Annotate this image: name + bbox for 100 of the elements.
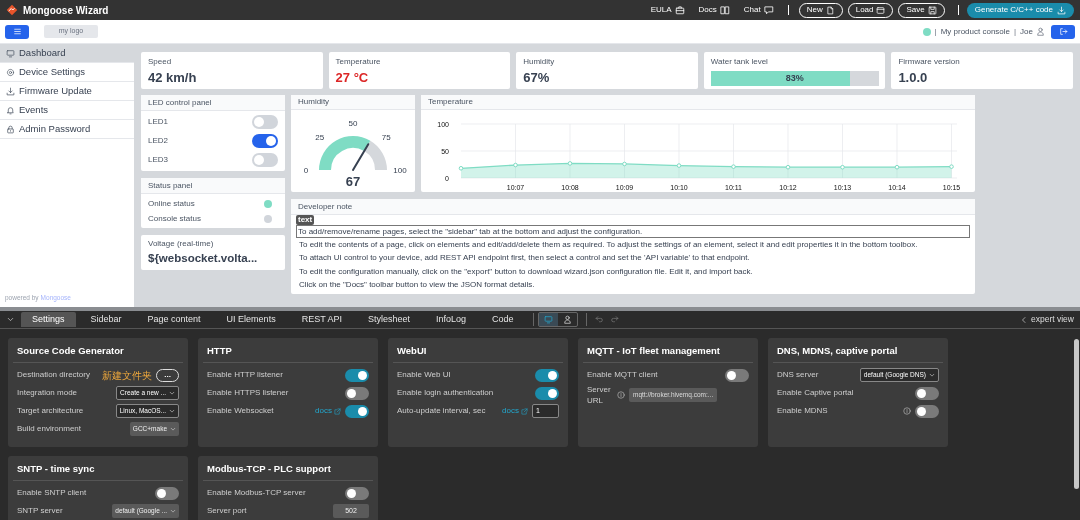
voltage-value: ${websocket.volta... xyxy=(148,251,259,266)
logo-icon xyxy=(6,4,18,16)
progress-value: 83% xyxy=(784,71,805,85)
card-title: SNTP - time sync xyxy=(13,462,183,482)
stat-value: 67% xyxy=(523,69,551,87)
gauge-track xyxy=(364,140,387,170)
caret-icon xyxy=(169,390,175,397)
note-line[interactable]: Click on the "Docs" toolbar button to view the JSON format details. xyxy=(296,278,970,292)
download-icon xyxy=(1057,5,1066,15)
toolbox-tab[interactable]: Stylesheet xyxy=(357,312,422,327)
setting-label: Destination directory xyxy=(17,369,91,382)
file-icon xyxy=(825,5,835,15)
toggle-switch[interactable] xyxy=(252,115,278,129)
panel-title: Humidity xyxy=(291,95,415,110)
toggle-switch[interactable] xyxy=(345,386,369,400)
setting-label: Enable MDNS xyxy=(777,405,829,418)
lock-icon xyxy=(6,124,15,134)
card-title: WebUI xyxy=(393,344,563,364)
user-icon xyxy=(562,315,572,324)
chevron-left-icon xyxy=(1020,315,1028,324)
setting-label: Build environment xyxy=(17,423,83,436)
toolbox-tab[interactable]: InfoLog xyxy=(425,312,478,327)
card-title: Modbus-TCP - PLC support xyxy=(203,462,373,482)
toggle-switch[interactable] xyxy=(252,134,278,148)
monitor-icon xyxy=(6,48,15,58)
console-title: My product console xyxy=(940,25,1010,38)
app-title: Mongoose Wizard xyxy=(23,3,109,18)
book-icon xyxy=(719,5,730,15)
caret-icon xyxy=(929,372,935,379)
user-icon xyxy=(1036,27,1045,36)
toolbox-tab[interactable]: Sidebar xyxy=(79,312,133,327)
stat-label: Temperature xyxy=(335,56,382,68)
separator: | xyxy=(1014,25,1017,38)
led-label: LED1 xyxy=(148,116,168,128)
toggle-switch[interactable] xyxy=(345,404,369,418)
toggle-switch[interactable] xyxy=(345,486,369,500)
toggle-switch[interactable] xyxy=(535,368,559,382)
view-toggle[interactable] xyxy=(538,313,558,326)
toggle-switch[interactable] xyxy=(535,386,559,400)
setting-label: Integration mode xyxy=(17,387,79,400)
note-line[interactable]: To attach UI control to your device, add REST API endpoint first, then select a control and set the 'API variable' to that endpoint. xyxy=(296,251,970,265)
directory-name: 新建文件夹 xyxy=(102,368,153,383)
sidebar-item[interactable]: Dashboard xyxy=(0,44,134,63)
toggle-switch[interactable] xyxy=(345,368,369,382)
gauge-tick-label: 75 xyxy=(381,132,391,142)
setting-label: Enable HTTP listener xyxy=(207,369,284,382)
expert-view-button[interactable]: expert view xyxy=(1020,313,1074,326)
briefcase-icon xyxy=(674,5,685,15)
save-icon xyxy=(927,5,937,15)
chart-point xyxy=(513,162,518,168)
toolbar-link[interactable]: EULA xyxy=(650,4,685,16)
logout-button[interactable] xyxy=(1051,24,1075,39)
bell-icon xyxy=(6,105,15,115)
chart-point xyxy=(785,164,791,170)
folder-icon xyxy=(876,5,886,15)
toolbox-tab[interactable]: REST API xyxy=(290,312,353,327)
separator: | xyxy=(934,25,937,38)
external-link-icon xyxy=(334,407,341,415)
status-label: Console status xyxy=(148,212,201,225)
card-title: HTTP xyxy=(203,344,373,364)
docs-link[interactable]: docs xyxy=(315,405,341,418)
redo-icon xyxy=(609,315,619,324)
panel-title: Temperature xyxy=(421,95,975,110)
setting-label: Server URL xyxy=(587,384,612,407)
toggle-switch[interactable] xyxy=(915,386,939,400)
toolbox-tab[interactable]: Code xyxy=(481,312,525,327)
generate-button[interactable]: Generate C/C++ code xyxy=(966,2,1074,18)
chart-point xyxy=(894,164,900,170)
undo-icon xyxy=(594,315,604,324)
caret-icon xyxy=(169,408,175,415)
toolbox-tab[interactable]: Page content xyxy=(136,312,212,327)
gauge-tick-label: 0 xyxy=(303,166,309,175)
docs-link[interactable]: docs xyxy=(502,405,528,418)
toggle-switch[interactable] xyxy=(252,153,278,167)
setting-label: Enable HTTPS listener xyxy=(207,387,290,400)
menu-button[interactable] xyxy=(5,24,29,39)
note-line[interactable]: To edit the contents of a page, click on elements and edit/add/delete them as required. To adjust the settings of an element, select it and edit properties it in the bottom toolbox. xyxy=(296,238,970,252)
toggle-switch[interactable] xyxy=(155,486,179,500)
download-icon xyxy=(6,86,15,96)
toolbar-link[interactable]: Chat xyxy=(743,4,774,16)
toolbox-tab[interactable]: UI Elements xyxy=(215,312,287,327)
voltage-label: Voltage (real-time) xyxy=(148,238,215,250)
setting-label: Enable login authentication xyxy=(397,387,495,400)
setting-label: Server port xyxy=(207,506,248,517)
external-link-icon xyxy=(521,407,528,415)
panel-title: Developer note xyxy=(291,199,975,215)
stat-label: Speed xyxy=(148,56,173,68)
status-label: Online status xyxy=(148,197,195,210)
setting-label: Enable Captive portal xyxy=(777,387,855,400)
scrollbar[interactable] xyxy=(1073,339,1079,489)
setting-label: SNTP server xyxy=(17,505,64,518)
card-title: DNS, MDNS, captive portal xyxy=(773,344,943,364)
user-name: Joe xyxy=(1020,25,1033,38)
toolbar-link[interactable]: Docs xyxy=(698,4,730,16)
note-line[interactable]: To edit the configuration manually, click on the "export" button to download wizard.json configuration file. Edit it, and import back. xyxy=(296,265,970,279)
toggle-switch[interactable] xyxy=(915,404,939,418)
caret-icon xyxy=(170,426,176,433)
toolbox-tab[interactable]: Settings xyxy=(21,312,76,327)
chart-point xyxy=(949,164,954,169)
toggle-switch[interactable] xyxy=(725,368,749,382)
